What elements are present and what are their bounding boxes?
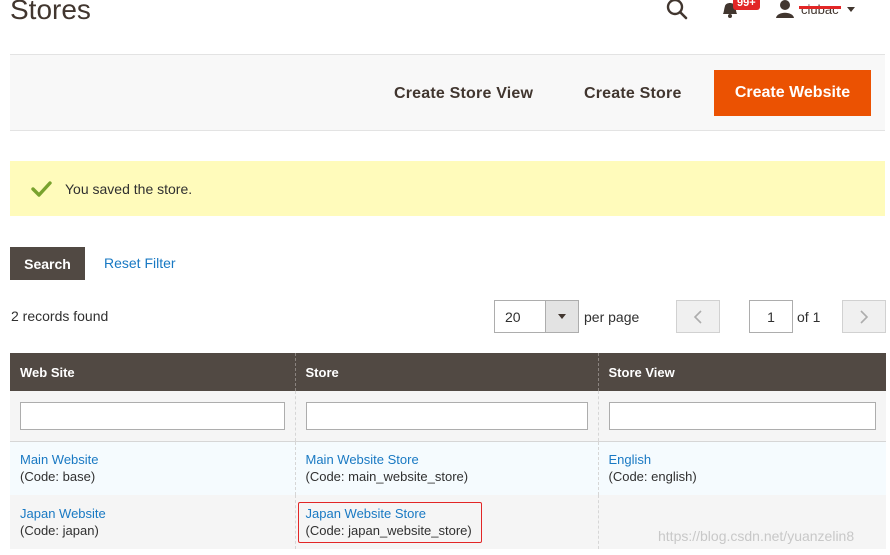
global-search-button[interactable] [666, 0, 688, 20]
store-view-link[interactable]: English [609, 451, 877, 468]
column-header-store-view[interactable]: Store View [597, 353, 886, 391]
next-page-button[interactable] [842, 300, 886, 333]
table-row: Main Website (Code: base) Main Website S… [10, 441, 886, 495]
create-website-button[interactable]: Create Website [714, 70, 871, 116]
filter-cell [597, 391, 886, 442]
stores-grid: Web Site Store Store View Main Website (… [10, 353, 886, 549]
website-filter-input[interactable] [20, 401, 285, 430]
website-code: (Code: japan) [20, 523, 99, 538]
user-name: ciubac [799, 1, 841, 17]
create-store-button[interactable]: Create Store [584, 71, 682, 116]
website-code: (Code: base) [20, 469, 96, 485]
current-page-input[interactable] [749, 300, 793, 333]
reset-filter-link[interactable]: Reset Filter [104, 255, 176, 271]
success-message: You saved the store. [10, 161, 885, 216]
store-cell: Japan Website Store (Code: japan_website… [294, 495, 598, 549]
create-store-view-button[interactable]: Create Store View [394, 71, 533, 116]
filter-cell [10, 391, 295, 442]
message-text: You saved the store. [65, 180, 193, 197]
per-page-toggle[interactable] [545, 301, 578, 332]
chevron-down-icon [558, 314, 566, 319]
store-code: (Code: main_website_store) [305, 469, 469, 485]
store-view-cell: English (Code: english) [597, 441, 886, 495]
records-count: 2 records found [11, 308, 109, 324]
previous-page-button[interactable] [676, 300, 720, 333]
filter-cell [294, 391, 598, 442]
user-icon [776, 0, 794, 18]
check-icon [31, 180, 52, 197]
store-link[interactable]: Japan Website Store [306, 505, 472, 522]
filter-row [10, 391, 886, 442]
website-link[interactable]: Japan Website [20, 505, 285, 522]
page-actions: Create Store View Create Store Create We… [10, 54, 885, 131]
highlight-annotation: Japan Website Store (Code: japan_website… [297, 501, 482, 543]
user-menu[interactable]: ciubac [775, 0, 885, 18]
per-page-select[interactable]: 20 [494, 300, 579, 333]
website-cell: Main Website (Code: base) [10, 441, 295, 495]
chevron-right-icon [860, 309, 869, 324]
store-view-code: (Code: english) [608, 469, 697, 485]
page-title: Stores [10, 0, 91, 25]
watermark: https://blog.csdn.net/yuanzelin8 [658, 528, 855, 544]
store-cell: Main Website Store (Code: main_website_s… [294, 441, 598, 495]
search-icon [666, 0, 688, 20]
chevron-down-icon [846, 6, 855, 12]
store-link[interactable]: Main Website Store [306, 451, 588, 468]
per-page-label: per page [584, 309, 640, 325]
store-view-filter-input[interactable] [608, 401, 876, 430]
per-page-value: 20 [505, 308, 521, 325]
grid-header-row: Web Site Store Store View [10, 353, 886, 391]
website-cell: Japan Website (Code: japan) [10, 495, 295, 549]
store-filter-input[interactable] [305, 401, 588, 430]
column-header-store[interactable]: Store [294, 353, 598, 391]
column-header-website[interactable]: Web Site [10, 353, 295, 391]
search-button[interactable]: Search [10, 247, 85, 280]
store-code: (Code: japan_website_store) [305, 522, 472, 538]
notification-badge: 99+ [733, 0, 760, 10]
total-pages-label: of 1 [797, 309, 821, 325]
website-link[interactable]: Main Website [20, 451, 285, 468]
chevron-left-icon [693, 309, 702, 324]
